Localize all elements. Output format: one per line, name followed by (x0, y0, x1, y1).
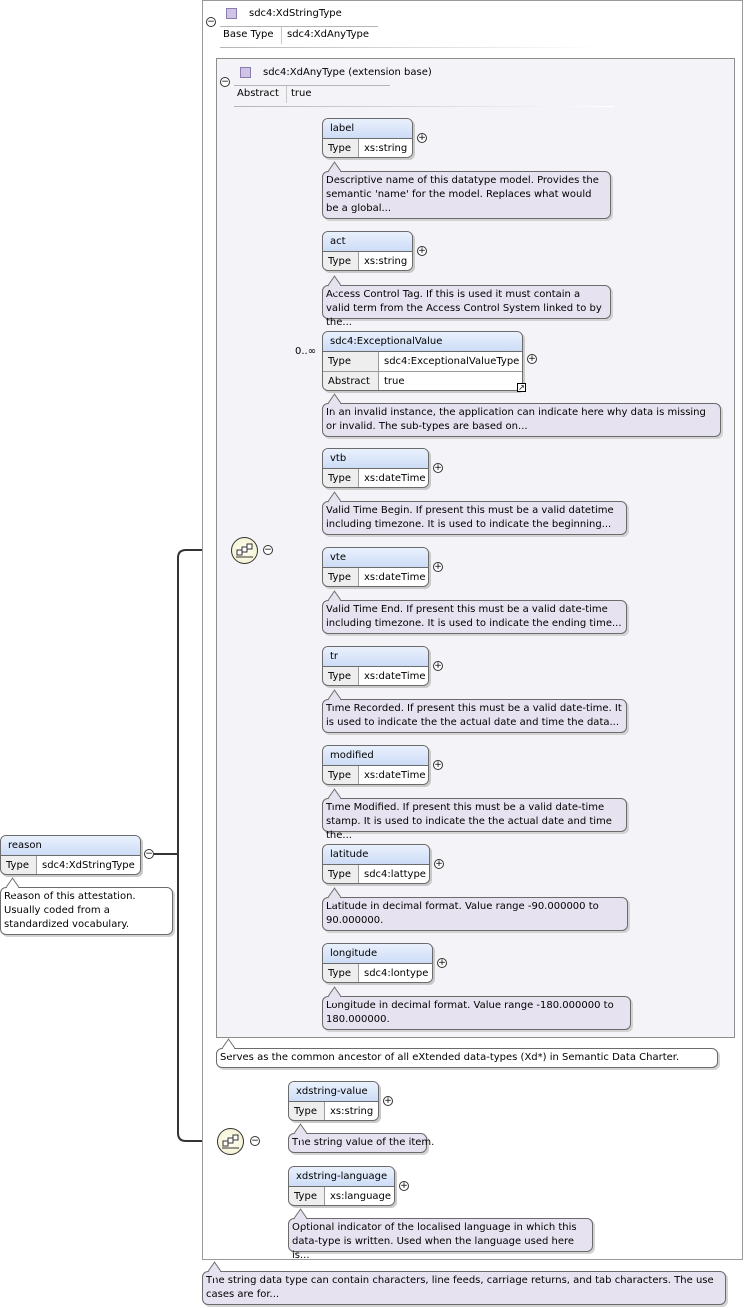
base-type-value: sdc4:XdAnyType (287, 29, 370, 40)
type-value: sdc4:lontype (359, 964, 432, 982)
label-documentation: Descriptive name of this datatype model.… (322, 171, 611, 219)
type-value: xs:string (359, 139, 412, 157)
divider (220, 47, 600, 48)
type-value: xs:dateTime (359, 469, 428, 487)
element-tr[interactable]: tr Type xs:dateTime (322, 646, 429, 686)
abstract-value: true (291, 88, 312, 99)
type-label: Type (323, 352, 379, 371)
element-vtb[interactable]: vtb Type xs:dateTime (322, 448, 429, 488)
type-label: Type (323, 766, 359, 784)
element-name: label (323, 119, 412, 139)
type-label: Type (289, 1102, 325, 1120)
complex-type-icon (226, 8, 237, 19)
xdstring-type-documentation: The string data type can contain charact… (202, 1271, 726, 1305)
collapse-sequence-icon[interactable]: − (250, 1136, 260, 1146)
element-name: modified (323, 746, 428, 766)
expand-vte-icon[interactable]: + (433, 562, 443, 572)
element-longitude[interactable]: longitude Type sdc4:lontype (322, 943, 433, 983)
type-value: sdc4:XdStringType (37, 856, 140, 874)
tr-documentation: Time Recorded. If present this must be a… (322, 699, 627, 733)
xdany-type-documentation: Serves as the common ancestor of all eXt… (216, 1048, 718, 1068)
sequence-compositor-icon[interactable] (217, 1128, 244, 1155)
element-vte[interactable]: vte Type xs:dateTime (322, 547, 429, 587)
type-label: Type (323, 139, 359, 157)
reason-documentation: Reason of this attestation. Usually code… (0, 887, 173, 935)
complex-type-icon (240, 67, 251, 78)
expand-exceptional-value-icon[interactable]: + (527, 354, 537, 364)
collapse-reason-icon[interactable]: − (144, 849, 154, 859)
element-latitude[interactable]: latitude Type sdc4:lattype (322, 844, 430, 884)
element-name: vtb (323, 449, 428, 469)
xdstring-type-name: sdc4:XdStringType (249, 8, 342, 19)
type-label: Type (323, 252, 359, 270)
type-value: xs:dateTime (359, 667, 428, 685)
element-name: vte (323, 548, 428, 568)
expand-vtb-icon[interactable]: + (433, 463, 443, 473)
type-label: Type (1, 856, 37, 874)
element-name: xdstring-value (289, 1082, 378, 1102)
expand-xdstring-value-icon[interactable]: + (383, 1096, 393, 1106)
type-label: Type (323, 667, 359, 685)
divider (234, 85, 390, 86)
element-name: sdc4:ExceptionalValue (323, 332, 522, 352)
element-name: reason (1, 836, 140, 856)
element-name: latitude (323, 845, 429, 865)
divider (220, 26, 378, 27)
reference-arrow-icon[interactable]: ↗ (517, 383, 526, 392)
type-label: Type (323, 865, 359, 883)
element-act[interactable]: act Type xs:string (322, 231, 413, 271)
expand-tr-icon[interactable]: + (433, 661, 443, 671)
expand-modified-icon[interactable]: + (433, 760, 443, 770)
vte-documentation: Valid Time End. If present this must be … (322, 600, 627, 634)
divider (286, 86, 287, 103)
expand-act-icon[interactable]: + (417, 246, 427, 256)
type-label: Type (323, 469, 359, 487)
vtb-documentation: Valid Time Begin. If present this must b… (322, 501, 627, 535)
element-name: xdstring-language (289, 1167, 394, 1187)
type-value: sdc4:ExceptionalValueType (379, 352, 522, 371)
expand-label-icon[interactable]: + (417, 133, 427, 143)
divider (281, 27, 282, 44)
collapse-xdstring-type-icon[interactable]: − (206, 17, 216, 27)
type-label: Type (323, 568, 359, 586)
latitude-documentation: Latitude in decimal format. Value range … (322, 897, 628, 931)
element-modified[interactable]: modified Type xs:dateTime (322, 745, 429, 785)
element-xdstring-value[interactable]: xdstring-value Type xs:string (288, 1081, 379, 1121)
expand-longitude-icon[interactable]: + (437, 958, 447, 968)
collapse-sequence-icon[interactable]: − (263, 545, 273, 555)
element-name: act (323, 232, 412, 252)
sequence-compositor-icon[interactable] (231, 537, 258, 564)
element-xdstring-language[interactable]: xdstring-language Type xs:language (288, 1166, 395, 1206)
abstract-value: true (379, 372, 522, 390)
element-name: longitude (323, 944, 432, 964)
reason-element[interactable]: reason Type sdc4:XdStringType (0, 835, 141, 875)
expand-xdstring-language-icon[interactable]: + (399, 1181, 409, 1191)
xdany-type-name: sdc4:XdAnyType (extension base) (263, 67, 432, 78)
exceptional-value-documentation: In an invalid instance, the application … (322, 403, 721, 437)
element-exceptional-value[interactable]: sdc4:ExceptionalValue Type sdc4:Exception… (322, 331, 523, 391)
abstract-label: Abstract (323, 372, 379, 390)
divider (234, 106, 614, 107)
type-value: xs:dateTime (359, 568, 428, 586)
type-value: xs:string (359, 252, 412, 270)
collapse-xdany-type-icon[interactable]: − (220, 77, 230, 87)
type-value: xs:string (325, 1102, 378, 1120)
element-name: tr (323, 647, 428, 667)
longitude-documentation: Longitude in decimal format. Value range… (322, 996, 631, 1030)
type-label: Type (289, 1187, 325, 1205)
type-value: xs:language (325, 1187, 394, 1205)
xdstring-value-documentation: The string value of the item. (288, 1133, 434, 1153)
xdstring-language-documentation: Optional indicator of the localised lang… (288, 1218, 593, 1261)
modified-documentation: Time Modified. If present this must be a… (322, 798, 627, 841)
type-value: sdc4:lattype (359, 865, 429, 883)
type-label: Type (323, 964, 359, 982)
expand-latitude-icon[interactable]: + (434, 859, 444, 869)
occurrence-label: 0..∞ (295, 346, 317, 357)
element-label[interactable]: label Type xs:string (322, 118, 413, 158)
abstract-label: Abstract (237, 88, 279, 99)
act-documentation: Access Control Tag. If this is used it m… (322, 285, 611, 328)
base-type-label: Base Type (223, 29, 274, 40)
type-value: xs:dateTime (359, 766, 428, 784)
